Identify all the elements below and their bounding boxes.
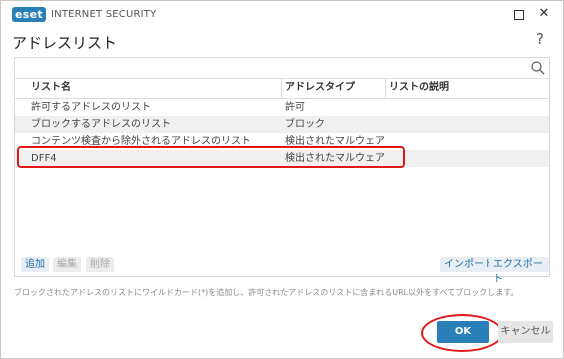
maximize-button[interactable]	[510, 5, 528, 23]
row-desc	[389, 99, 539, 116]
list-toolbar: 追加 編集 削除 インポート エクスポート	[15, 255, 549, 285]
row-type: ブロック	[285, 119, 325, 130]
row-name: ブロックするアドレスのリスト	[31, 119, 171, 130]
address-list-panel: リスト名 アドレスタイプ リストの説明 許可するアドレスのリスト 許可 ブロック…	[14, 57, 550, 285]
column-header-list-description[interactable]: リストの説明	[389, 78, 449, 98]
search-icon[interactable]	[530, 60, 546, 76]
table-row[interactable]: 許可するアドレスのリスト 許可	[15, 99, 549, 116]
title-bar: eset INTERNET SECURITY ✕	[1, 1, 563, 28]
annotation-highlight-circle	[421, 314, 503, 352]
edit-button[interactable]: 編集	[53, 257, 81, 272]
column-divider[interactable]	[281, 78, 282, 98]
page-title: アドレスリスト	[12, 34, 118, 52]
table-row[interactable]: ブロックするアドレスのリスト ブロック	[15, 116, 549, 133]
row-desc	[389, 133, 539, 150]
row-name: 許可するアドレスのリスト	[31, 102, 151, 113]
search-row	[15, 58, 549, 79]
help-icon[interactable]: ?	[536, 30, 544, 48]
dialog-window: eset INTERNET SECURITY ✕ アドレスリスト ? リスト名 …	[0, 0, 564, 359]
product-name: INTERNET SECURITY	[51, 9, 157, 20]
row-type: 許可	[285, 102, 305, 113]
export-button[interactable]: エクスポート	[489, 257, 549, 285]
close-button[interactable]: ✕	[535, 5, 553, 23]
add-button[interactable]: 追加	[21, 257, 49, 272]
column-header-address-type[interactable]: アドレスタイプ	[285, 78, 355, 98]
row-desc	[389, 150, 539, 167]
annotation-highlight-box	[17, 146, 405, 168]
column-divider[interactable]	[385, 78, 386, 98]
close-icon: ✕	[538, 6, 550, 21]
cancel-button[interactable]: キャンセル	[498, 321, 553, 343]
square-icon	[514, 9, 524, 20]
delete-button[interactable]: 削除	[86, 257, 114, 272]
column-header-list-name[interactable]: リスト名	[31, 78, 71, 98]
description-text: ブロックされたアドレスのリストにワイルドカード(*)を追加し、許可されたアドレス…	[14, 288, 519, 297]
row-desc	[389, 116, 539, 133]
eset-logo: eset	[12, 7, 46, 22]
table-header: リスト名 アドレスタイプ リストの説明	[15, 78, 549, 99]
